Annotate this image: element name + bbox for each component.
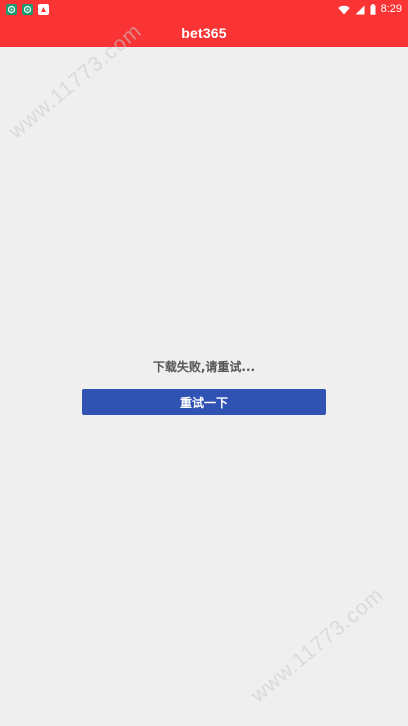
- battery-icon: [370, 0, 376, 19]
- app-header: bet365: [0, 18, 408, 47]
- wifi-icon: [337, 0, 350, 19]
- download-failed-message: 下载失败,请重试...: [152, 360, 256, 374]
- status-bar: 8:29: [0, 0, 408, 18]
- app-icon: [38, 3, 49, 15]
- notification-area: [6, 3, 49, 15]
- android-icon: [6, 3, 17, 15]
- page-title: bet365: [181, 24, 227, 41]
- watermark: www.11773.com: [246, 583, 389, 708]
- signal-icon: [355, 0, 365, 19]
- retry-button[interactable]: 重试一下: [82, 389, 326, 415]
- system-icons: 8:29: [337, 0, 402, 19]
- status-time: 8:29: [380, 3, 402, 15]
- android-icon: [22, 3, 33, 15]
